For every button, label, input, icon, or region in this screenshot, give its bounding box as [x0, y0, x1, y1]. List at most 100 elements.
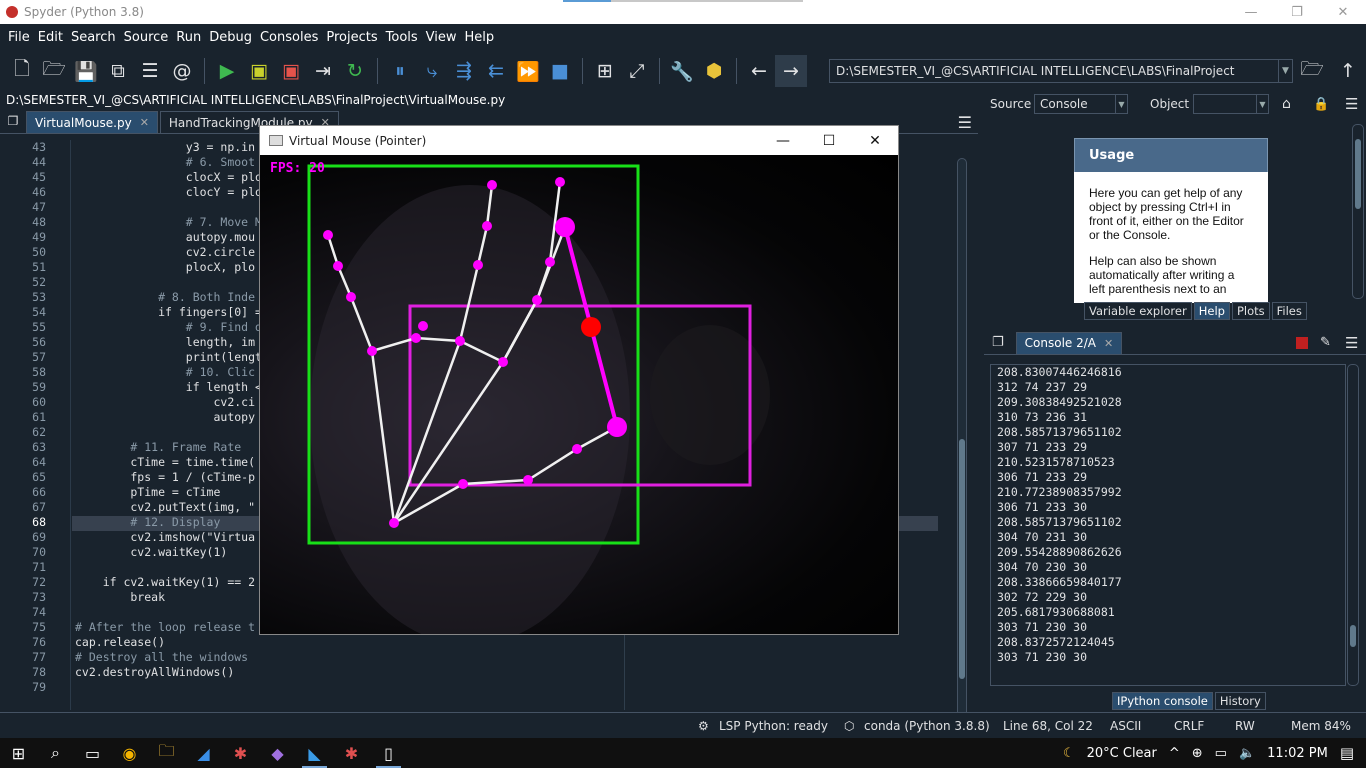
list-icon[interactable]: ☰: [134, 55, 166, 87]
open-folder-icon[interactable]: 🗁: [38, 55, 70, 87]
virtual-mouse-app-icon[interactable]: ▯: [370, 738, 407, 768]
vm-close-button[interactable]: ✕: [852, 126, 898, 155]
maximize-pane-icon[interactable]: ⊞: [589, 55, 621, 87]
tab-variable-explorer[interactable]: Variable explorer: [1084, 302, 1192, 320]
run-selection-icon[interactable]: ⇥: [307, 55, 339, 87]
minimize-button[interactable]: —: [1228, 0, 1274, 24]
visual-studio-icon[interactable]: ◆: [259, 738, 296, 768]
chevron-down-icon[interactable]: ▼: [1278, 60, 1292, 82]
menu-run[interactable]: Run: [172, 30, 205, 45]
vscode-icon[interactable]: ◣: [296, 738, 333, 768]
eraser-icon[interactable]: ✎: [1320, 335, 1331, 350]
source-select[interactable]: Console ▼: [1034, 94, 1128, 114]
save-icon[interactable]: 💾: [70, 55, 102, 87]
chevron-down-icon[interactable]: ▼: [1256, 95, 1268, 113]
step-icon[interactable]: ⤷: [416, 55, 448, 87]
scrollbar-thumb[interactable]: [1355, 139, 1361, 209]
tab-help[interactable]: Help: [1193, 302, 1230, 320]
chevron-up-icon[interactable]: ^: [1169, 746, 1180, 761]
close-tab-icon[interactable]: ✕: [140, 116, 149, 129]
close-button[interactable]: ✕: [1320, 0, 1366, 24]
scrollbar-thumb[interactable]: [1350, 625, 1356, 647]
console-line: 310 73 236 31: [997, 410, 1088, 424]
landmark: [487, 180, 497, 190]
menu-consoles[interactable]: Consoles: [256, 30, 322, 45]
line-number: 46: [32, 185, 46, 199]
tab-virtualmouse[interactable]: VirtualMouse.py ✕: [26, 111, 158, 133]
up-arrow-icon[interactable]: ↑: [1332, 55, 1364, 87]
python-path-icon[interactable]: ⬢: [698, 55, 730, 87]
notifications-icon[interactable]: ▤: [1340, 744, 1354, 762]
tab-ipython-console[interactable]: IPython console: [1112, 692, 1213, 710]
vm-minimize-button[interactable]: —: [760, 126, 806, 155]
at-icon[interactable]: @: [166, 55, 198, 87]
run-cell-advance-icon[interactable]: ▣: [275, 55, 307, 87]
console-output[interactable]: 208.83007446246816 312 74 237 29 209.30838…: [990, 364, 1346, 686]
search-icon[interactable]: ⌕: [37, 738, 74, 768]
stop-icon[interactable]: ■: [544, 55, 576, 87]
editor-scrollbar[interactable]: [957, 158, 967, 718]
browse-tabs-icon[interactable]: ❐: [992, 335, 1004, 350]
working-directory-combobox[interactable]: D:\SEMESTER_VI_@CS\ARTIFICIAL INTELLIGEN…: [829, 59, 1293, 83]
scrollbar-thumb[interactable]: [959, 439, 965, 679]
menu-tools[interactable]: Tools: [382, 30, 422, 45]
step-return-icon[interactable]: ⇇: [480, 55, 512, 87]
console-line: 304 70 230 30: [997, 560, 1088, 574]
code-line: cv2.destroyAllWindows(): [75, 665, 235, 679]
back-arrow-icon[interactable]: ←: [743, 55, 775, 87]
menu-search[interactable]: Search: [67, 30, 120, 45]
tab-files[interactable]: Files: [1271, 302, 1307, 320]
object-input[interactable]: ▼: [1193, 94, 1269, 114]
stop-kernel-icon[interactable]: [1296, 336, 1308, 349]
fullscreen-icon[interactable]: ⤢: [621, 55, 653, 87]
help-scrollbar[interactable]: [1352, 124, 1364, 299]
new-file-icon[interactable]: 🗋: [6, 55, 38, 87]
run-icon[interactable]: ▶: [211, 55, 243, 87]
file-explorer-icon[interactable]: 🗀: [148, 738, 185, 768]
chrome-icon[interactable]: ◉: [111, 738, 148, 768]
tab-plots[interactable]: Plots: [1231, 302, 1270, 320]
spyder-app-icon[interactable]: ✱: [333, 738, 370, 768]
menu-projects[interactable]: Projects: [322, 30, 381, 45]
browse-tabs-icon[interactable]: ❐: [0, 109, 26, 133]
conda-status: conda (Python 3.8.8): [864, 719, 990, 733]
network-icon[interactable]: ⊕: [1192, 746, 1203, 761]
volume-icon[interactable]: 🔈: [1239, 746, 1255, 761]
browse-folder-icon[interactable]: 🗁: [1296, 55, 1328, 87]
menu-file[interactable]: File: [4, 30, 34, 45]
tab-history[interactable]: History: [1214, 692, 1266, 710]
close-tab-icon[interactable]: ✕: [1104, 337, 1113, 350]
line-number: 68: [32, 515, 46, 529]
spyder-app-icon[interactable]: ✱: [222, 738, 259, 768]
options-menu-icon[interactable]: ☰: [1345, 334, 1358, 352]
forward-arrow-icon[interactable]: →: [775, 55, 807, 87]
save-all-icon[interactable]: ⧉: [102, 55, 134, 87]
options-menu-icon[interactable]: ☰: [1345, 95, 1358, 113]
task-view-icon[interactable]: ▭: [74, 738, 111, 768]
options-menu-icon[interactable]: ☰: [958, 113, 972, 132]
menu-debug[interactable]: Debug: [205, 30, 256, 45]
menu-source[interactable]: Source: [120, 30, 173, 45]
step-into-icon[interactable]: ⇶: [448, 55, 480, 87]
line-number: 52: [32, 275, 46, 289]
console-scrollbar[interactable]: [1347, 364, 1359, 686]
rerun-icon[interactable]: ↻: [339, 55, 371, 87]
tab-console[interactable]: Console 2/A ✕: [1015, 331, 1123, 354]
continue-icon[interactable]: ⏩: [512, 55, 544, 87]
battery-icon[interactable]: ▭: [1215, 746, 1227, 761]
vm-maximize-button[interactable]: ☐: [806, 126, 852, 155]
home-icon[interactable]: ⌂: [1282, 96, 1291, 112]
clock[interactable]: 11:02 PM: [1267, 746, 1328, 761]
menu-view[interactable]: View: [422, 30, 461, 45]
edge-icon[interactable]: ◢: [185, 738, 222, 768]
debug-icon[interactable]: ⏸: [384, 55, 416, 87]
menu-edit[interactable]: Edit: [34, 30, 67, 45]
preferences-icon[interactable]: 🔧: [666, 55, 698, 87]
menu-help[interactable]: Help: [461, 30, 499, 45]
chevron-down-icon[interactable]: ▼: [1115, 95, 1127, 113]
run-cell-icon[interactable]: ▣: [243, 55, 275, 87]
restore-button[interactable]: ❐: [1274, 0, 1320, 24]
windows-start-icon[interactable]: ⊞: [0, 738, 37, 768]
weather-text[interactable]: 20°C Clear: [1087, 746, 1157, 761]
lock-icon[interactable]: 🔒: [1313, 97, 1329, 112]
